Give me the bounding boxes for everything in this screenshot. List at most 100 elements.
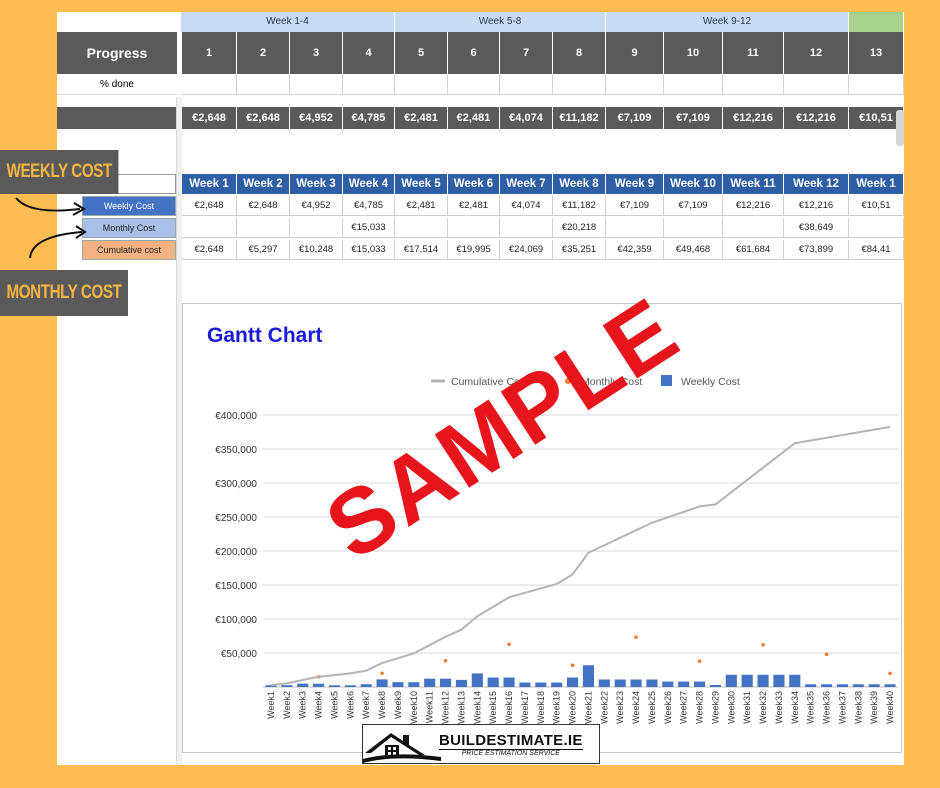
- monthly-cost-cell[interactable]: [664, 218, 723, 238]
- monthly-cost-point: [761, 643, 765, 647]
- monthly-cost-cell[interactable]: [500, 218, 553, 238]
- y-tick-label: €250,000: [215, 513, 257, 524]
- weekly-cost-cell[interactable]: €4,785: [343, 196, 395, 216]
- monthly-cost-cell[interactable]: €20,218: [553, 218, 606, 238]
- week-number-cell: 3: [290, 32, 343, 74]
- x-tick-label: Week36: [822, 691, 832, 724]
- cumulative-cost-cell[interactable]: €19,995: [448, 240, 500, 260]
- weekly-cost-cell[interactable]: €12,216: [723, 196, 784, 216]
- cumulative-cost-cell[interactable]: €5,297: [237, 240, 290, 260]
- weekly-cost-cell[interactable]: €2,481: [448, 196, 500, 216]
- monthly-cost-cell[interactable]: [395, 218, 448, 238]
- monthly-cost-point: [380, 671, 384, 676]
- pct-done-cell[interactable]: [500, 75, 553, 95]
- x-tick-label: Week21: [583, 691, 593, 724]
- weekly-cost-cell[interactable]: €7,109: [606, 196, 664, 216]
- vertical-scrollbar[interactable]: [896, 110, 904, 146]
- buildestimate-logo: BUILDESTIMATE.IE PRICE ESTIMATION SERVIC…: [362, 724, 600, 764]
- weekly-cost-cell[interactable]: €4,074: [500, 196, 553, 216]
- cumulative-cost-cell[interactable]: €35,251: [553, 240, 606, 260]
- cumulative-cost-cell[interactable]: €42,359: [606, 240, 664, 260]
- cost-cell: €4,952: [290, 107, 343, 129]
- x-tick-label: Week1: [266, 691, 276, 719]
- weekly-cost-bar: [424, 678, 436, 687]
- cost-cell: €2,481: [448, 107, 500, 129]
- x-tick-label: Week7: [361, 691, 371, 719]
- monthly-cost-cell[interactable]: [849, 218, 904, 238]
- monthly-cost-cell[interactable]: €38,649: [784, 218, 849, 238]
- weekly-cost-cell[interactable]: €2,481: [395, 196, 448, 216]
- pct-done-cell[interactable]: [849, 75, 904, 95]
- week-header-cell: Week 11: [723, 174, 784, 194]
- weekly-cost-bar: [344, 685, 356, 687]
- week-header-cell: Week 2: [237, 174, 290, 194]
- week-number-cell: 6: [448, 32, 500, 74]
- weekly-cost-bar: [455, 679, 467, 687]
- x-tick-label: Week10: [409, 691, 419, 724]
- weekly-cost-cell[interactable]: €10,51: [849, 196, 904, 216]
- cumulative-cost-cell[interactable]: €17,514: [395, 240, 448, 260]
- cumulative-cost-cell[interactable]: €24,069: [500, 240, 553, 260]
- monthly-cost-cell[interactable]: [606, 218, 664, 238]
- monthly-cost-cell[interactable]: [448, 218, 500, 238]
- monthly-cost-cell[interactable]: [290, 218, 343, 238]
- monthly-cost-cell[interactable]: [237, 218, 290, 238]
- pct-done-cell[interactable]: [290, 75, 343, 95]
- pct-done-cell[interactable]: [448, 75, 500, 95]
- cost-cell: €7,109: [606, 107, 664, 129]
- weekly-cost-bar: [789, 674, 801, 687]
- monthly-cost-cell[interactable]: [723, 218, 784, 238]
- x-tick-label: Week23: [615, 691, 625, 724]
- pct-done-cell[interactable]: [784, 75, 849, 95]
- x-tick-label: Week27: [679, 691, 689, 724]
- weekly-cost-cell[interactable]: €4,952: [290, 196, 343, 216]
- x-tick-label: Week25: [647, 691, 657, 724]
- pct-done-cell[interactable]: [395, 75, 448, 95]
- cumulative-cost-cell[interactable]: €15,033: [343, 240, 395, 260]
- weekly-cost-cell[interactable]: €7,109: [664, 196, 723, 216]
- cumulative-cost-cell[interactable]: €10,248: [290, 240, 343, 260]
- weekly-cost-cell[interactable]: €12,216: [784, 196, 849, 216]
- pct-done-cell[interactable]: [606, 75, 664, 95]
- arrow-icon: [15, 197, 87, 216]
- cumulative-cost-cell[interactable]: €49,468: [664, 240, 723, 260]
- y-tick-label: €200,000: [215, 547, 257, 558]
- pct-done-cell[interactable]: [182, 75, 237, 95]
- cumulative-cost-cell[interactable]: €73,899: [784, 240, 849, 260]
- week-header-cell: Week 3: [290, 174, 343, 194]
- weekly-cost-cell[interactable]: €11,182: [553, 196, 606, 216]
- week-header-cell: Week 5: [395, 174, 448, 194]
- monthly-cost-cell[interactable]: €15,033: [343, 218, 395, 238]
- x-tick-label: Week26: [663, 691, 673, 724]
- pct-done-cell[interactable]: [664, 75, 723, 95]
- week-header-cell: Week 7: [500, 174, 553, 194]
- weekly-cost-bar: [503, 677, 515, 687]
- weekly-cost-bar: [281, 685, 293, 687]
- x-tick-label: Week6: [345, 691, 355, 719]
- x-tick-label: Week22: [599, 691, 609, 724]
- y-tick-label: €400,000: [215, 411, 257, 422]
- x-tick-label: Week40: [885, 691, 895, 724]
- x-tick-label: Week8: [377, 691, 387, 719]
- cost-row-label: [57, 107, 177, 129]
- weekly-cost-bar: [725, 674, 737, 687]
- week-number-cell: 11: [723, 32, 784, 74]
- cumulative-cost-cell[interactable]: €84,41: [849, 240, 904, 260]
- pct-done-cell[interactable]: [343, 75, 395, 95]
- x-tick-label: Week3: [298, 691, 308, 719]
- weekly-cost-cell[interactable]: €2,648: [182, 196, 237, 216]
- cumulative-cost-cell[interactable]: €61,684: [723, 240, 784, 260]
- weekly-cost-bar: [678, 681, 690, 687]
- monthly-cost-point: [697, 659, 702, 663]
- cumulative-cost-cell[interactable]: €2,648: [182, 240, 237, 260]
- weekly-cost-cell[interactable]: €2,648: [237, 196, 290, 216]
- weekly-cost-bar: [471, 673, 483, 687]
- x-tick-label: Week4: [314, 691, 324, 719]
- x-tick-label: Week33: [774, 691, 784, 724]
- x-tick-label: Week13: [456, 691, 466, 724]
- pct-done-cell[interactable]: [553, 75, 606, 95]
- weekly-cost-bar: [487, 677, 499, 687]
- monthly-cost-cell[interactable]: [182, 218, 237, 238]
- pct-done-cell[interactable]: [237, 75, 290, 95]
- pct-done-cell[interactable]: [723, 75, 784, 95]
